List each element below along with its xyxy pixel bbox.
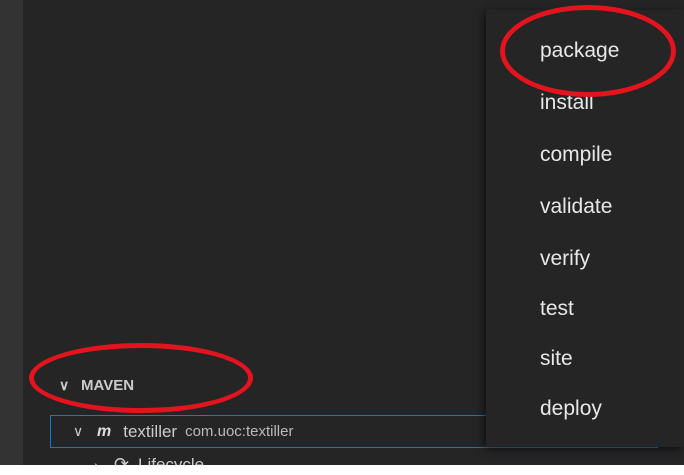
menu-item-compile[interactable]: compile (540, 143, 612, 167)
lifecycle-row[interactable]: › ⟳ Lifecycle (50, 450, 658, 465)
menu-item-validate[interactable]: validate (540, 195, 612, 219)
menu-item-package[interactable]: package (540, 39, 619, 63)
menu-item-verify[interactable]: verify (540, 247, 590, 271)
chevron-down-icon: ∨ (73, 423, 84, 439)
lifecycle-label: Lifecycle (138, 454, 205, 466)
maven-icon: m (97, 422, 112, 440)
menu-item-install[interactable]: install (540, 91, 594, 115)
menu-item-test[interactable]: test (540, 297, 574, 321)
maven-section-title: MAVEN (81, 376, 135, 394)
activity-bar (0, 0, 23, 465)
project-name: textiller (123, 421, 178, 441)
lifecycle-icon: ⟳ (114, 454, 130, 465)
screenshot-frame: ∨ MAVEN ∨ m textiller com.uoc:textiller … (0, 0, 684, 475)
chevron-right-icon: › (94, 456, 99, 466)
menu-item-deploy[interactable]: deploy (540, 397, 602, 421)
project-description: com.uoc:textiller (185, 423, 294, 440)
lifecycle-context-menu: package install compile validate verify … (486, 10, 684, 447)
menu-item-site[interactable]: site (540, 347, 573, 371)
chevron-down-icon: ∨ (59, 376, 70, 393)
